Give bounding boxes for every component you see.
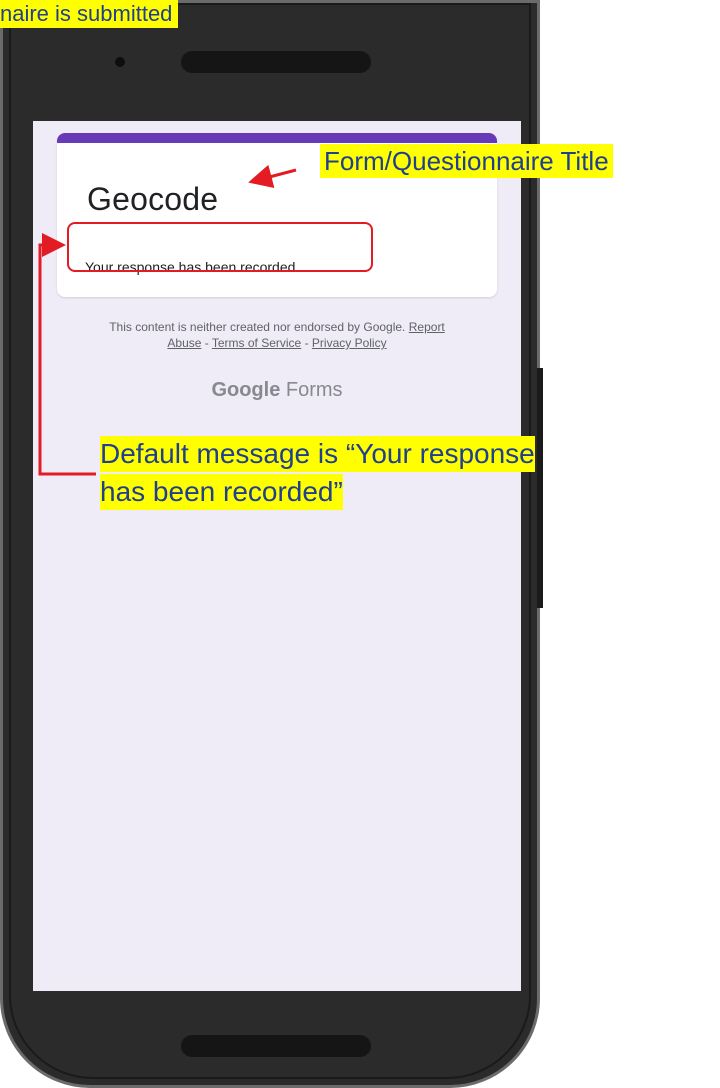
bottom-speaker: [181, 1035, 371, 1057]
card-accent-bar: [57, 133, 497, 143]
privacy-policy-link[interactable]: Privacy Policy: [312, 336, 387, 350]
caption-default-message-line1: Default message is “Your response: [100, 436, 535, 472]
caption-default-message-line2: has been recorded”: [100, 474, 343, 510]
caption-submitted: naire is submitted: [0, 0, 179, 28]
report-abuse-link[interactable]: Report: [409, 320, 445, 334]
side-button[interactable]: [537, 368, 543, 608]
earpiece-speaker: [181, 51, 371, 73]
disclaimer-text: This content is neither created nor endo…: [109, 320, 406, 334]
report-abuse-link-cont[interactable]: Abuse: [167, 336, 201, 350]
footer-disclaimer: This content is neither created nor endo…: [109, 320, 445, 350]
caption-form-title: Form/Questionnaire Title: [320, 144, 613, 178]
front-camera: [115, 57, 125, 67]
form-title: Geocode: [87, 181, 219, 217]
brand-google: Google: [211, 379, 281, 401]
terms-of-service-link[interactable]: Terms of Service: [212, 336, 301, 350]
brand-forms: Forms: [280, 379, 343, 401]
google-forms-logo[interactable]: Google Forms: [33, 379, 521, 402]
message-highlight-box: [67, 222, 373, 272]
